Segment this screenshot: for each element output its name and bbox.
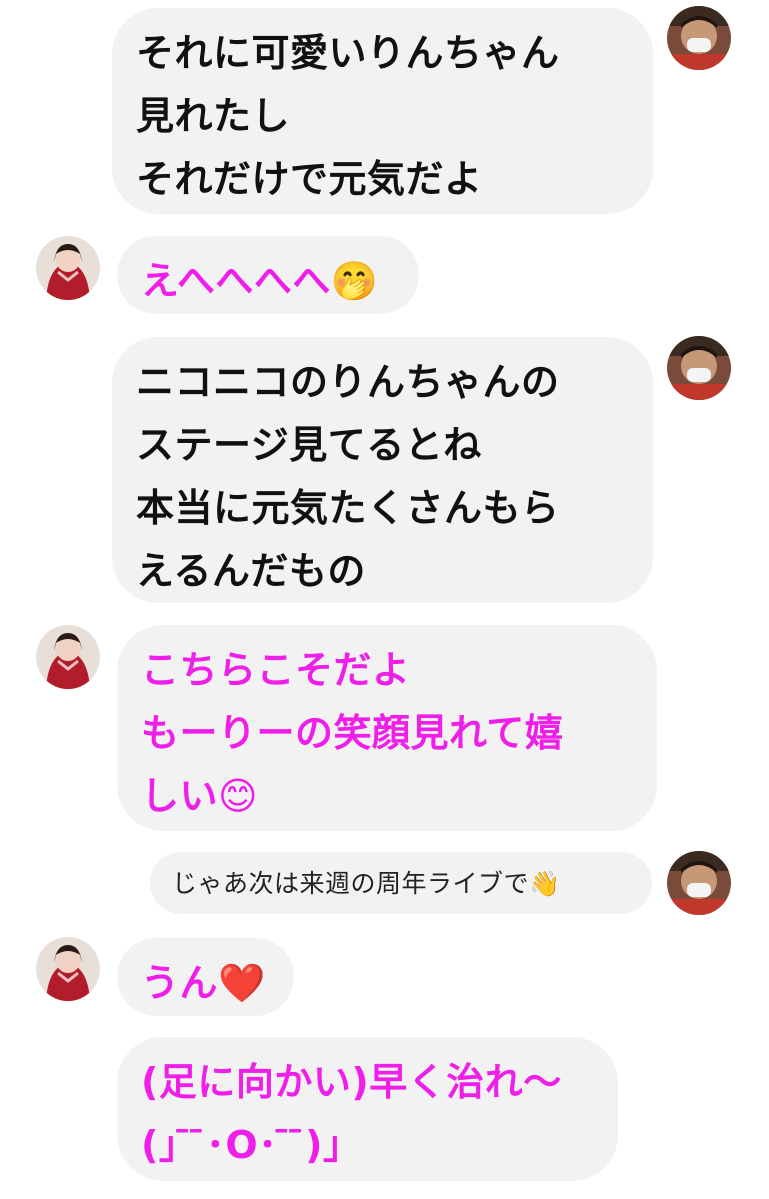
masked-man-avatar-image xyxy=(667,6,731,70)
masked-man-avatar-image xyxy=(667,336,731,400)
idol-avatar[interactable] xyxy=(36,625,100,689)
message-bubble-1[interactable]: それに可愛いりんちゃん 見れたし それだけで元気だよ xyxy=(112,8,653,214)
kimono-girl-avatar-image xyxy=(36,236,100,300)
user-avatar[interactable] xyxy=(667,6,731,70)
message-bubble-6[interactable]: うん❤️ xyxy=(117,938,294,1016)
message-bubble-4[interactable]: こちらこそだよ もーりーの笑顔見れて嬉 しい😊 xyxy=(117,625,657,831)
kimono-girl-avatar-image xyxy=(36,625,100,689)
kimono-girl-avatar-image xyxy=(36,937,100,1001)
idol-avatar[interactable] xyxy=(36,937,100,1001)
idol-avatar[interactable] xyxy=(36,236,100,300)
chat-thread: それに可愛いりんちゃん 見れたし それだけで元気だよ えへへへへ🤭 ニコニコのり… xyxy=(0,0,769,1199)
user-avatar[interactable] xyxy=(667,336,731,400)
message-bubble-5[interactable]: じゃあ次は来週の周年ライブで👋 xyxy=(150,852,652,914)
message-bubble-7[interactable]: (足に向かい)早く治れ〜 (｣ ̄ ̄･O･ ̄ ̄)｣ xyxy=(117,1037,618,1181)
message-bubble-3[interactable]: ニコニコのりんちゃんの ステージ見てるとね 本当に元気たくさんもら えるんだもの xyxy=(112,337,653,603)
message-bubble-2[interactable]: えへへへへ🤭 xyxy=(117,236,419,314)
user-avatar[interactable] xyxy=(667,851,731,915)
masked-man-avatar-image xyxy=(667,851,731,915)
